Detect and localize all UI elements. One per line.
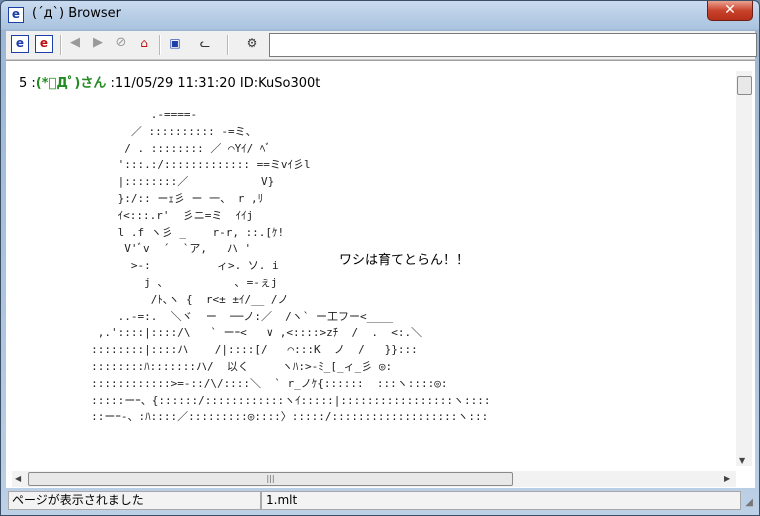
toolbar-separator — [227, 35, 229, 55]
cat-icon-button[interactable]: ᓚ — [196, 34, 214, 52]
title-bar[interactable]: e (´д`) Browser ✕ — [1, 1, 759, 29]
scroll-right-arrow-icon[interactable]: ▶ — [724, 474, 730, 483]
settings-icon-button[interactable]: ⚙ — [243, 34, 261, 52]
app-icon: e — [8, 7, 24, 23]
stop-icon-button[interactable]: ⊘ — [112, 34, 130, 52]
post-author[interactable]: (*ﾟДﾟ)さん — [36, 76, 107, 91]
toolbar: e e ◀ ▶ ⊘ ⌂ ▣ ᓚ ⚙ — [6, 31, 757, 60]
resize-grip-icon[interactable]: ◢ — [745, 497, 753, 508]
post-header: 5 :(*ﾟДﾟ)さん :11/05/29 11:31:20 ID:KuSo30… — [19, 72, 320, 91]
toolbar-separator — [159, 35, 161, 55]
vertical-scroll-thumb[interactable] — [737, 76, 752, 95]
scroll-left-arrow-icon[interactable]: ◀ — [15, 474, 21, 483]
toolbar-separator — [60, 35, 62, 55]
address-input[interactable] — [269, 33, 757, 57]
post-number: 5 : — [19, 76, 36, 91]
speech-text: ワシは育てとらん！！ — [339, 253, 470, 268]
browser-window: e (´д`) Browser ✕ e e ◀ ▶ ⊘ ⌂ ▣ ᓚ ⚙ 5 :(… — [0, 0, 760, 516]
close-button[interactable]: ✕ — [707, 1, 753, 21]
status-bar: ページが表示されました 1.mlt ◢ — [6, 490, 755, 510]
status-message: ページが表示されました — [8, 491, 261, 510]
ie-icon-button[interactable]: e — [11, 35, 29, 53]
home-icon-button[interactable]: ⌂ — [135, 34, 153, 52]
horizontal-scrollbar[interactable]: ◀ ||| ▶ — [12, 471, 736, 487]
horizontal-scroll-thumb[interactable]: ||| — [28, 472, 513, 486]
back-icon-button[interactable]: ◀ — [66, 34, 84, 52]
scroll-down-arrow-icon[interactable]: ▼ — [739, 456, 745, 465]
ie-alt-icon-button[interactable]: e — [35, 35, 53, 53]
favorites-icon-button[interactable]: ▣ — [166, 34, 184, 52]
window-title: (´д`) Browser — [32, 6, 121, 21]
post-meta: :11/05/29 11:31:20 ID:KuSo300t — [106, 76, 321, 91]
vertical-scrollbar[interactable]: ▼ — [736, 71, 752, 466]
content-area: 5 :(*ﾟДﾟ)さん :11/05/29 11:31:20 ID:KuSo30… — [6, 60, 755, 488]
forward-icon-button[interactable]: ▶ — [89, 34, 107, 52]
status-file: 1.mlt — [261, 491, 741, 510]
